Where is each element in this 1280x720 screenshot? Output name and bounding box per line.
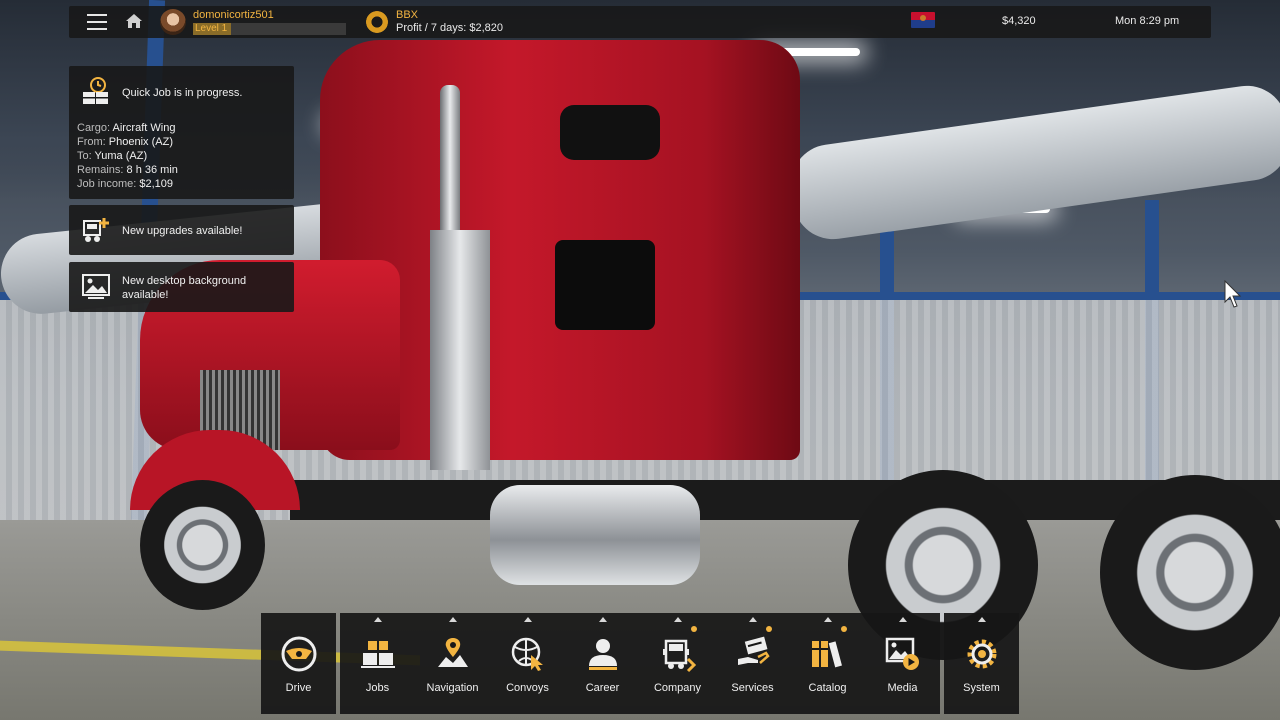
- hamburger-menu-icon[interactable]: [87, 14, 107, 30]
- dock-jobs-button[interactable]: Jobs: [340, 613, 415, 714]
- truck-window: [560, 105, 660, 160]
- expand-caret-icon: [749, 617, 757, 622]
- dock-item-label: Convoys: [506, 682, 549, 694]
- quick-job-notification[interactable]: Quick Job is in progress. Cargo: Aircraf…: [69, 66, 294, 199]
- dock-item-label: Catalog: [808, 682, 847, 694]
- expand-caret-icon: [899, 617, 907, 622]
- cargo-value: Aircraft Wing: [112, 122, 176, 134]
- dock-system-label: System: [963, 682, 1000, 694]
- dock-item-label: Media: [887, 682, 918, 694]
- fuel-tank: [490, 485, 700, 585]
- crates-icon: [361, 641, 395, 668]
- notification-dot: [766, 626, 772, 632]
- upgrades-notification[interactable]: New upgrades available!: [69, 205, 294, 255]
- dock-media-button[interactable]: Media: [865, 613, 940, 714]
- upgrades-title: New upgrades available!: [122, 225, 243, 237]
- expand-caret-icon: [978, 617, 986, 622]
- truck-wheel: [1100, 475, 1280, 670]
- to-value: Yuma (AZ): [94, 150, 148, 162]
- home-icon[interactable]: [125, 12, 143, 30]
- dock-navigation-button[interactable]: Navigation: [415, 613, 490, 714]
- notification-dot: [691, 626, 697, 632]
- mouse-cursor-icon: [1224, 280, 1242, 308]
- arizona-flag-icon: [911, 12, 935, 28]
- hand-card-icon: [738, 636, 770, 665]
- level-progress-bar: Level 1: [193, 23, 346, 35]
- dock-services-button[interactable]: Services: [715, 613, 790, 714]
- globe-cursor-icon: [511, 637, 543, 671]
- to-label: To:: [77, 150, 92, 162]
- income-value: $2,109: [139, 178, 174, 190]
- dock-convoys-button[interactable]: Convoys: [490, 613, 565, 714]
- company-name: BBX: [396, 9, 419, 21]
- exhaust-guard: [430, 230, 490, 470]
- picture-play-icon: [885, 637, 919, 670]
- notification-dot: [841, 626, 847, 632]
- dock-catalog-button[interactable]: Catalog: [790, 613, 865, 714]
- dock-item-label: Navigation: [426, 682, 479, 694]
- cargo-label: Cargo:: [77, 122, 111, 134]
- truck-wheel: [140, 480, 265, 610]
- expand-caret-icon: [524, 617, 532, 622]
- expand-caret-icon: [599, 617, 607, 622]
- steering-wheel-icon: [281, 636, 317, 672]
- dock-item-label: Company: [653, 682, 702, 694]
- clock-crate-icon: [83, 77, 108, 104]
- dock-career-button[interactable]: Career: [565, 613, 640, 714]
- expand-caret-icon: [674, 617, 682, 622]
- dock-drive-button[interactable]: Drive: [261, 613, 336, 714]
- truck-window: [555, 240, 655, 330]
- remains-label: Remains:: [77, 164, 124, 176]
- level-label: Level 1: [195, 23, 228, 34]
- dock-company-button[interactable]: Company: [640, 613, 715, 714]
- gear-icon: [967, 639, 997, 669]
- person-icon: [589, 639, 617, 670]
- dock-item-label: Services: [731, 682, 774, 694]
- company-logo-icon[interactable]: [366, 11, 388, 33]
- picture-icon: [82, 274, 110, 299]
- quick-job-title: Quick Job is in progress.: [122, 87, 243, 99]
- truck-front-icon: [663, 639, 697, 673]
- income-label: Job income:: [77, 178, 137, 190]
- from-value: Phoenix (AZ): [108, 136, 173, 148]
- expand-caret-icon: [449, 617, 457, 622]
- money-balance: $4,320: [1002, 15, 1036, 27]
- dock-item-label: Jobs: [365, 682, 390, 694]
- dock-system-button[interactable]: System: [944, 613, 1019, 714]
- expand-caret-icon: [824, 617, 832, 622]
- dock-drive-label: Drive: [285, 682, 312, 694]
- company-profit: Profit / 7 days: $2,820: [396, 22, 504, 34]
- from-label: From:: [77, 136, 106, 148]
- desktop-background-notification[interactable]: New desktop background available!: [69, 262, 294, 312]
- quick-job-details: Cargo: Aircraft Wing From: Phoenix (AZ) …: [77, 121, 178, 191]
- desktop-background-title: New desktop background available!: [122, 275, 247, 301]
- expand-caret-icon: [374, 617, 382, 622]
- books-icon: [812, 641, 842, 668]
- dock-item-label: Career: [585, 682, 620, 694]
- avatar[interactable]: [160, 9, 186, 35]
- username: domonicortiz501: [193, 9, 274, 21]
- top-bar: domonicortiz501 Level 1 BBX Profit / 7 d…: [69, 6, 1211, 38]
- map-pin-icon: [438, 638, 468, 667]
- truck-upgrade-icon: [83, 218, 109, 242]
- remains-value: 8 h 36 min: [126, 164, 178, 176]
- game-clock: Mon 8:29 pm: [1115, 15, 1180, 27]
